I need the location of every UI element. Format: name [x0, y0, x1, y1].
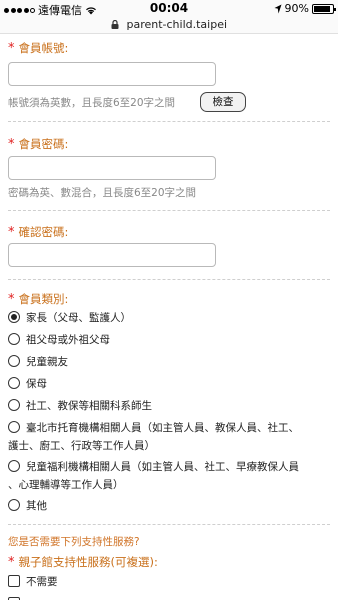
member-type-option[interactable]: 祖父母或外祖父母 [8, 331, 110, 349]
option-label: 祖父母或外祖父母 [26, 334, 110, 346]
battery-icon [312, 3, 336, 14]
password-label-text: 會員密碼: [18, 137, 69, 151]
account-input[interactable] [8, 62, 216, 86]
option-label: 其他 [26, 500, 47, 512]
radio-button[interactable] [8, 311, 20, 323]
option-label: 兒童福利機構相關人員（如主管人員、社工、早療教保人員 、心理輔導等工作人員） [8, 458, 299, 494]
required-mark: * [8, 555, 15, 570]
radio-button[interactable] [8, 460, 20, 472]
url-bar[interactable]: parent-child.taipei [0, 18, 338, 34]
confirm-section: * 確認密碼: [8, 224, 330, 267]
support-services-section: * 親子館支持性服務(可複選): 不需要 [8, 554, 330, 600]
member-type-label-text: 會員類別: [18, 292, 69, 306]
support-service-option-partial[interactable] [8, 595, 26, 600]
check-account-button[interactable]: 檢查 [200, 92, 246, 112]
option-label-line2: 、心理輔導等工作人員） [8, 479, 124, 491]
option-label: 保母 [26, 378, 47, 390]
member-type-option[interactable]: 保母 [8, 375, 47, 393]
member-type-label: * 會員類別: [8, 291, 330, 307]
support-service-option[interactable]: 不需要 [8, 573, 58, 591]
member-type-option[interactable]: 兒童福利機構相關人員（如主管人員、社工、早療教保人員 、心理輔導等工作人員） [8, 458, 299, 494]
battery-percent: 90% [284, 2, 309, 15]
password-label: * 會員密碼: [8, 136, 330, 152]
option-label: 家長（父母、監護人） [26, 312, 131, 324]
confirm-label: * 確認密碼: [8, 224, 330, 240]
status-bar: 遠傳電信 00:04 90% [0, 0, 338, 18]
member-type-option[interactable]: 臺北市托育機構相關人員（如主管人員、教保人員、社工、 護士、廚工、行政等工作人員… [8, 419, 299, 455]
required-mark: * [8, 41, 15, 56]
member-type-option[interactable]: 兒童親友 [8, 353, 68, 371]
divider [8, 121, 330, 122]
option-label: 臺北市托育機構相關人員（如主管人員、教保人員、社工、 護士、廚工、行政等工作人員… [8, 419, 299, 455]
support-question: 您是否需要下列支持性服務? [8, 536, 140, 548]
battery-group: 90% [274, 2, 336, 15]
option-label-line2: 護士、廚工、行政等工作人員） [8, 440, 155, 452]
radio-button[interactable] [8, 355, 20, 367]
radio-button[interactable] [8, 421, 20, 433]
radio-button[interactable] [8, 399, 20, 411]
required-mark: * [8, 137, 15, 152]
member-type-option[interactable]: 社工、教保等相關科系師生 [8, 397, 152, 415]
option-label-line1: 兒童福利機構相關人員（如主管人員、社工、早療教保人員 [26, 461, 299, 473]
required-mark: * [8, 292, 15, 307]
lock-icon [111, 20, 119, 29]
support-services-label-text: 親子館支持性服務(可複選): [18, 555, 158, 569]
support-services-label: * 親子館支持性服務(可複選): [8, 554, 330, 570]
confirm-password-input[interactable] [8, 243, 216, 267]
password-hint: 密碼為英、數混合，且長度6至20字之間 [8, 187, 197, 199]
password-input[interactable] [8, 156, 216, 180]
battery-fill [314, 5, 331, 12]
account-section: * 會員帳號: 帳號須為英數，且長度6至20字之間 檢查 [8, 40, 330, 112]
divider [8, 524, 330, 525]
account-label-text: 會員帳號: [18, 41, 69, 55]
radio-button[interactable] [8, 499, 20, 511]
confirm-label-text: 確認密碼: [18, 225, 69, 239]
checkbox[interactable] [8, 575, 20, 587]
member-type-option[interactable]: 其他 [8, 497, 47, 515]
account-hint: 帳號須為英數，且長度6至20字之間 [8, 97, 176, 109]
radio-button[interactable] [8, 333, 20, 345]
option-label: 兒童親友 [26, 356, 68, 368]
location-arrow-icon [274, 4, 282, 13]
member-type-option[interactable]: 家長（父母、監護人） [8, 309, 131, 327]
url-text: parent-child.taipei [126, 18, 228, 31]
password-section: * 會員密碼: 密碼為英、數混合，且長度6至20字之間 [8, 136, 330, 199]
divider [8, 210, 330, 211]
member-type-section: * 會員類別: 家長（父母、監護人） 祖父母或外祖父母 兒童親友 保母 社工、教保… [8, 291, 330, 512]
option-label: 不需要 [26, 576, 58, 588]
option-label: 社工、教保等相關科系師生 [26, 400, 152, 412]
option-label-line1: 臺北市托育機構相關人員（如主管人員、教保人員、社工、 [26, 422, 299, 434]
required-mark: * [8, 225, 15, 240]
account-label: * 會員帳號: [8, 40, 330, 56]
divider [8, 279, 330, 280]
radio-button[interactable] [8, 377, 20, 389]
